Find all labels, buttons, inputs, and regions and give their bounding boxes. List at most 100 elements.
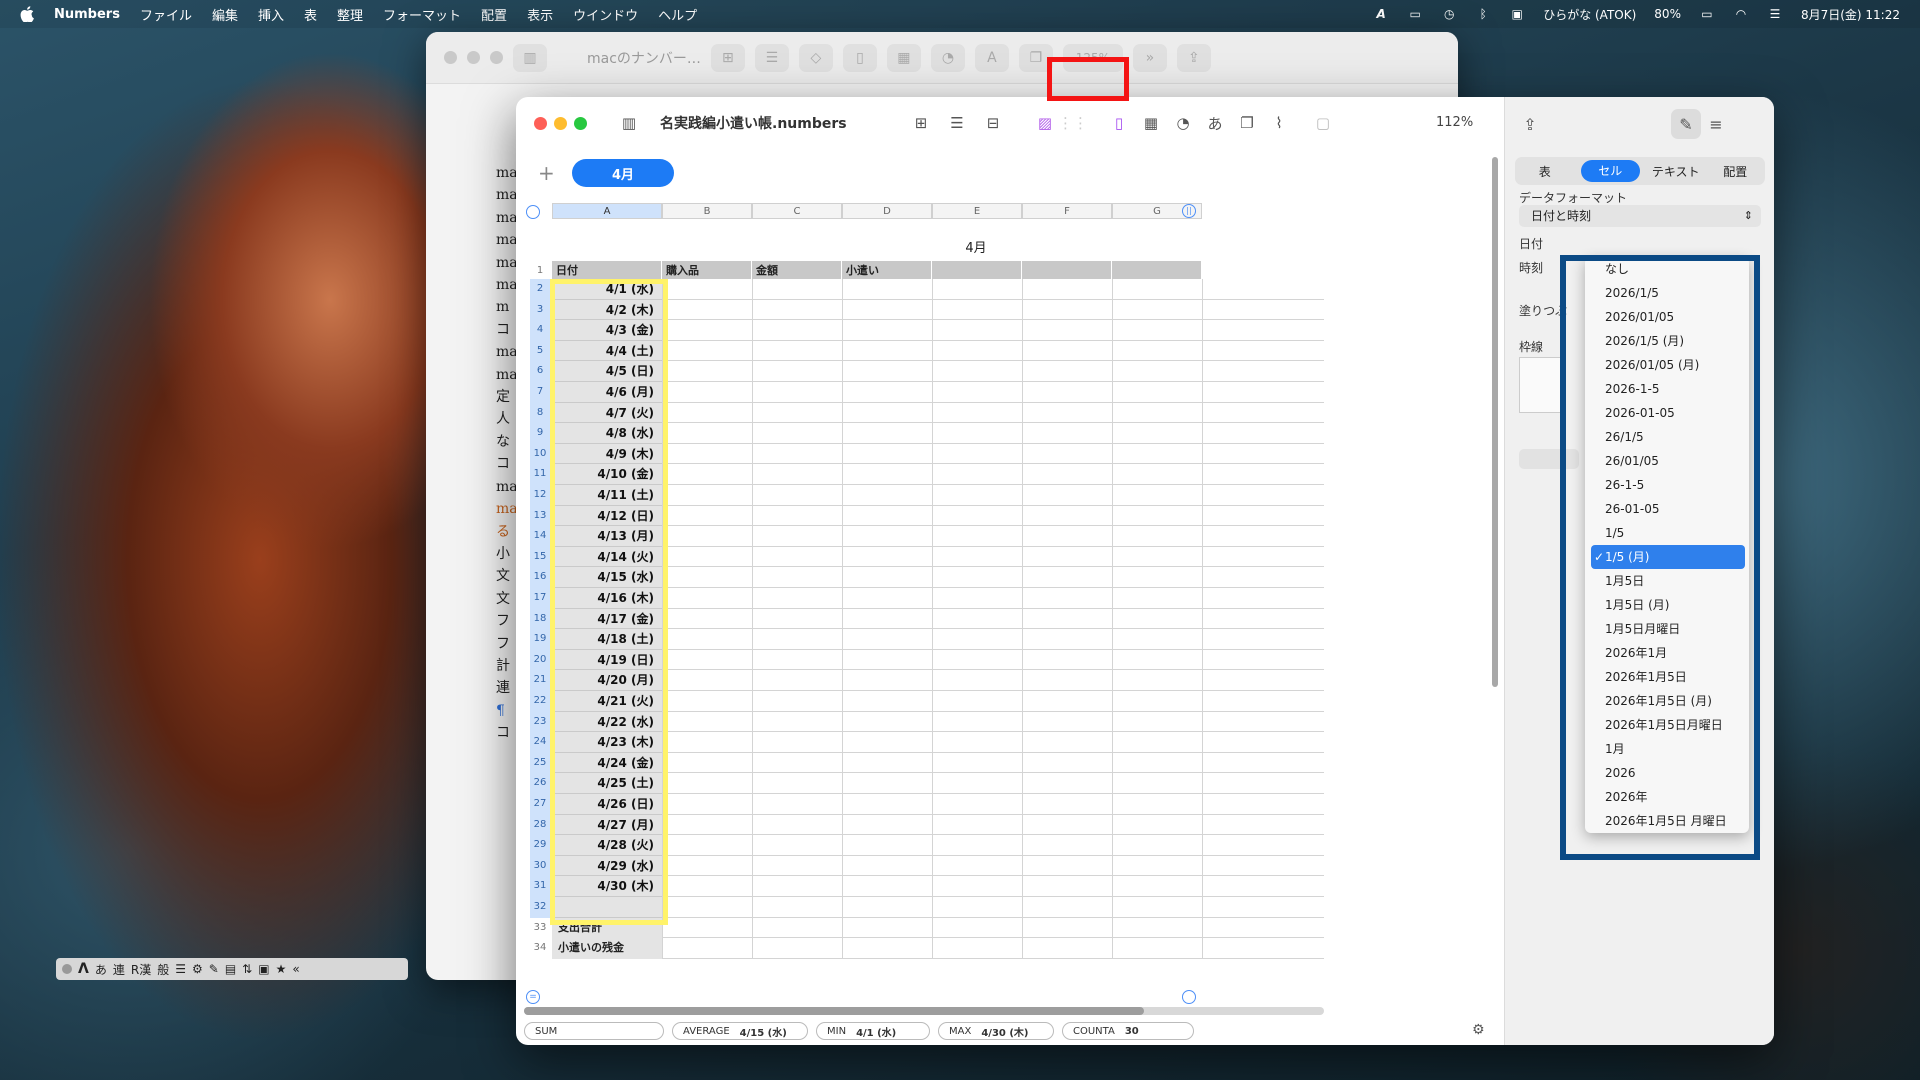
menu-arrange[interactable]: 整理 xyxy=(337,5,363,24)
table-row[interactable] xyxy=(552,320,1324,341)
date-cell[interactable]: 4/27 (月) xyxy=(552,814,662,836)
date-format-option[interactable]: 2026/1/5 xyxy=(1585,281,1749,305)
tab-table[interactable]: 表 xyxy=(1515,163,1575,180)
date-cell[interactable]: 4/20 (月) xyxy=(552,670,662,691)
clock[interactable]: 8月7日(金) 11:22 xyxy=(1801,6,1900,23)
row-number[interactable]: 8 xyxy=(530,402,550,424)
row-number[interactable]: 2 xyxy=(530,279,550,300)
table-row[interactable] xyxy=(552,300,1324,321)
date-format-dropdown[interactable]: なし 2026/1/5 2026/01/05 2026/1/5 (月) 2026/01/… xyxy=(1585,257,1749,833)
date-format-option[interactable]: 26/01/05 xyxy=(1585,449,1749,473)
table-row[interactable] xyxy=(552,506,1324,527)
date-cell[interactable]: 4/11 (土) xyxy=(552,485,662,506)
select-table-handle[interactable] xyxy=(526,205,540,219)
ime-settings-icon[interactable]: ⇅ xyxy=(242,962,252,976)
more-icon[interactable]: » xyxy=(1132,43,1167,72)
table-row[interactable] xyxy=(552,423,1324,444)
control-center-icon[interactable]: ☰ xyxy=(1767,7,1783,21)
table-row[interactable] xyxy=(552,403,1324,424)
zoom-icon[interactable] xyxy=(490,51,503,64)
table-row[interactable] xyxy=(552,547,1324,568)
date-cell[interactable]: 4/13 (月) xyxy=(552,526,662,547)
row-number[interactable]: 4 xyxy=(530,320,550,341)
date-cell[interactable]: 4/19 (日) xyxy=(552,649,662,671)
row-number[interactable]: 32 xyxy=(530,897,550,918)
date-cell[interactable]: 4/29 (水) xyxy=(552,855,662,877)
date-cell[interactable]: 4/6 (月) xyxy=(552,382,662,403)
date-format-option[interactable]: 2026-1-5 xyxy=(1585,377,1749,401)
ime-box-icon[interactable]: ▣ xyxy=(258,962,269,976)
date-cell[interactable]: 4/30 (木) xyxy=(552,876,662,897)
row-number[interactable]: 22 xyxy=(530,691,550,712)
wifi-icon[interactable]: ◠ xyxy=(1733,7,1749,21)
input-method-label[interactable]: ひらがな (ATOK) xyxy=(1543,6,1636,23)
date-format-option[interactable]: 2026年1月5日 月曜日 xyxy=(1585,809,1749,833)
date-format-option[interactable]: 1/5 xyxy=(1585,521,1749,545)
close-icon[interactable] xyxy=(444,51,457,64)
header-cell[interactable]: 小遣い xyxy=(842,261,932,279)
date-cell[interactable]: 4/28 (火) xyxy=(552,835,662,856)
date-cell[interactable]: 4/14 (火) xyxy=(552,546,662,568)
ime-tool-icon[interactable]: ⚙ xyxy=(192,962,203,976)
menu-help[interactable]: ヘルプ xyxy=(658,5,697,24)
date-format-option[interactable]: 1月5日 (月) xyxy=(1585,593,1749,617)
date-cell[interactable]: 4/23 (木) xyxy=(552,732,662,753)
date-format-option[interactable]: 2026年 xyxy=(1585,785,1749,809)
footer-label-cell[interactable]: 小遣いの残金 xyxy=(552,938,662,959)
text-box-icon[interactable]: あ xyxy=(1200,109,1230,137)
date-cell[interactable]: 4/10 (金) xyxy=(552,464,662,485)
battery-icon[interactable]: ▭ xyxy=(1699,7,1715,21)
column-header-a[interactable]: A xyxy=(552,203,662,219)
table-row[interactable] xyxy=(552,815,1324,836)
row-number[interactable]: 31 xyxy=(530,876,550,897)
date-format-option[interactable]: 1月5日 xyxy=(1585,569,1749,593)
add-sheet-button[interactable]: + xyxy=(538,161,555,185)
menu-table[interactable]: 表 xyxy=(304,5,317,24)
row-number[interactable]: 25 xyxy=(530,752,550,774)
table-row[interactable] xyxy=(552,773,1324,794)
menu-app-name[interactable]: Numbers xyxy=(54,7,120,22)
vertical-scrollbar[interactable] xyxy=(1492,157,1498,687)
row-number[interactable]: 17 xyxy=(530,588,550,609)
footer-label-cell[interactable]: 支出合計 xyxy=(552,917,662,939)
date-format-option[interactable]: 2026年1月5日 xyxy=(1585,665,1749,689)
resize-table-handle[interactable] xyxy=(1182,990,1196,1004)
document-icon[interactable]: ▯ xyxy=(842,43,877,72)
bluetooth-icon[interactable]: ᛒ xyxy=(1475,7,1491,21)
header-cell[interactable]: 購入品 xyxy=(662,261,752,279)
minimize-button[interactable] xyxy=(554,117,567,130)
ime-dot-icon[interactable] xyxy=(62,964,72,974)
date-format-option[interactable]: なし xyxy=(1585,257,1749,281)
row-number[interactable]: 26 xyxy=(530,773,550,794)
ime-mode-hiragana[interactable]: あ xyxy=(95,961,107,978)
date-format-option[interactable]: 26-01-05 xyxy=(1585,497,1749,521)
shape-icon[interactable]: ◇ xyxy=(798,43,833,72)
row-number[interactable]: 30 xyxy=(530,855,550,877)
table-row[interactable] xyxy=(552,732,1324,753)
table-row[interactable] xyxy=(552,588,1324,609)
tab-arrange[interactable]: 配置 xyxy=(1706,163,1766,180)
table-row[interactable] xyxy=(552,670,1324,691)
date-cell[interactable]: 4/21 (火) xyxy=(552,691,662,712)
row-number[interactable]: 15 xyxy=(530,546,550,568)
date-cell[interactable]: 4/3 (金) xyxy=(552,320,662,341)
row-number[interactable]: 19 xyxy=(530,629,550,650)
row-number[interactable]: 16 xyxy=(530,567,550,588)
header-cell[interactable]: 金額 xyxy=(752,261,842,279)
document-icon[interactable]: ▯ xyxy=(1104,109,1134,137)
table-row[interactable] xyxy=(552,856,1324,877)
input-method-icon[interactable]: ▣ xyxy=(1509,7,1525,21)
date-cell[interactable]: 4/24 (金) xyxy=(552,752,662,774)
ime-dict-icon[interactable]: ▤ xyxy=(225,962,236,976)
menu-layout[interactable]: 配置 xyxy=(481,5,507,24)
date-cell[interactable]: 4/4 (土) xyxy=(552,340,662,362)
ime-mode-general[interactable]: 般 xyxy=(157,961,169,978)
fullscreen-button[interactable] xyxy=(574,117,587,130)
date-cell[interactable]: 4/26 (日) xyxy=(552,794,662,815)
table-row[interactable] xyxy=(552,835,1324,856)
table-icon[interactable]: ▦ xyxy=(886,43,921,72)
table-row[interactable] xyxy=(552,629,1324,650)
tab-text[interactable]: テキスト xyxy=(1646,163,1706,180)
border-style-grid[interactable] xyxy=(1519,357,1563,413)
row-number[interactable]: 3 xyxy=(530,299,550,321)
